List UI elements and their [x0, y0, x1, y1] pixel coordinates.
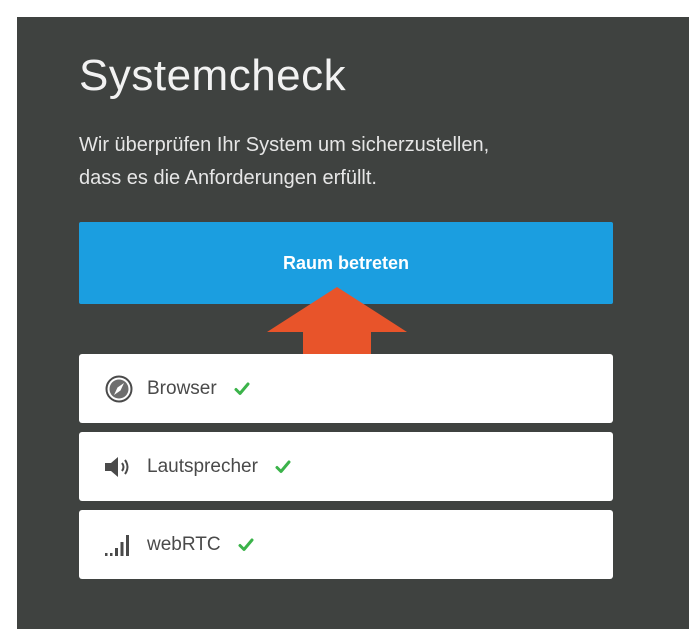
signal-bars-icon [103, 531, 135, 559]
speaker-icon [103, 453, 135, 481]
system-check-list: Browser Lautsprecher webRTC [79, 354, 613, 588]
systemcheck-panel: Systemcheck Wir überprüfen Ihr System um… [17, 17, 689, 629]
check-item-label: Browser [147, 377, 217, 399]
check-ok-icon [274, 458, 292, 476]
description-line-1: Wir überprüfen Ihr System um sicherzuste… [79, 134, 490, 156]
check-item-browser: Browser [79, 354, 613, 423]
page-title: Systemcheck [79, 51, 347, 100]
check-item-label: webRTC [147, 533, 221, 555]
check-ok-icon [237, 536, 255, 554]
check-item-speaker: Lautsprecher [79, 432, 613, 501]
page-background: Systemcheck Wir überprüfen Ihr System um… [0, 0, 693, 633]
check-item-webrtc: webRTC [79, 510, 613, 579]
check-ok-icon [233, 380, 251, 398]
compass-icon [103, 375, 135, 403]
page-description: Wir überprüfen Ihr System um sicherzuste… [79, 129, 639, 195]
description-line-2: dass es die Anforderungen erfüllt. [79, 167, 377, 189]
check-item-label: Lautsprecher [147, 455, 258, 477]
